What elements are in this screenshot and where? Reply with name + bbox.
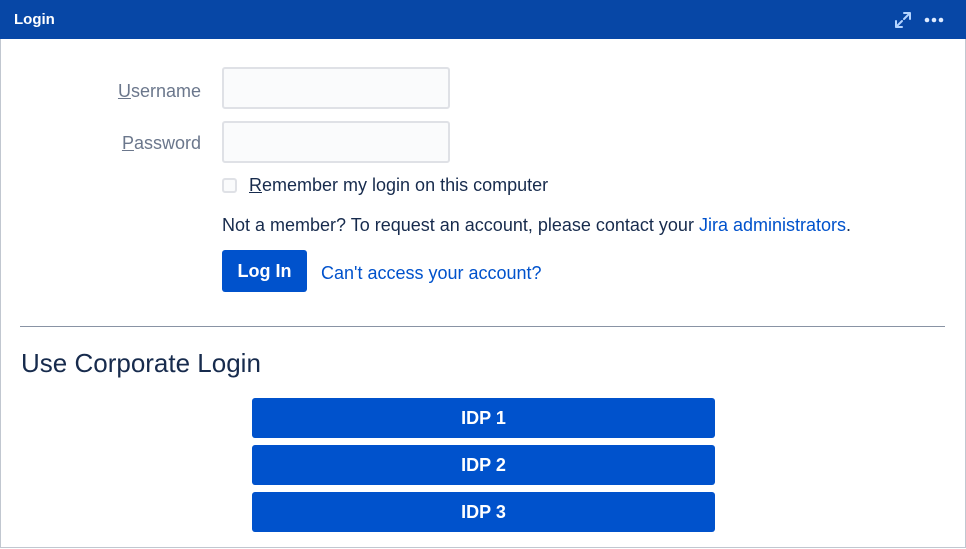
window-title: Login (14, 11, 55, 28)
expand-icon[interactable] (892, 9, 914, 31)
idp-3-button[interactable]: IDP 3 (252, 492, 715, 532)
remember-me-accesskey: R (249, 175, 262, 195)
log-in-button[interactable]: Log In (222, 250, 307, 292)
username-label-accesskey: U (117, 81, 131, 101)
password-label: Password (60, 132, 201, 154)
remember-me-checkbox[interactable] (222, 177, 237, 193)
password-label-accesskey: P (121, 133, 134, 153)
idp-2-button[interactable]: IDP 2 (252, 445, 715, 485)
username-label: Username (60, 80, 201, 102)
password-input[interactable] (222, 121, 450, 163)
jira-administrators-link[interactable]: Jira administrators (699, 215, 846, 235)
request-account-message: Not a member? To request an account, ple… (222, 214, 851, 236)
corporate-login-heading: Use Corporate Login (21, 348, 261, 378)
section-divider (20, 326, 945, 327)
password-label-text: assword (133, 133, 201, 153)
cant-access-account-link[interactable]: Can't access your account? (321, 262, 542, 284)
more-options-icon[interactable] (923, 9, 945, 31)
username-label-text: sername (130, 81, 201, 101)
remember-me-text: emember my login on this computer (262, 175, 549, 195)
request-account-suffix: . (846, 215, 852, 235)
remember-me-row: Remember my login on this computer (222, 173, 548, 197)
idp-1-button[interactable]: IDP 1 (252, 398, 715, 438)
window-titlebar: Login (0, 0, 966, 39)
request-account-text: Not a member? To request an account, ple… (222, 215, 699, 235)
remember-me-label[interactable]: Remember my login on this computer (249, 174, 548, 196)
username-input[interactable] (222, 67, 450, 109)
